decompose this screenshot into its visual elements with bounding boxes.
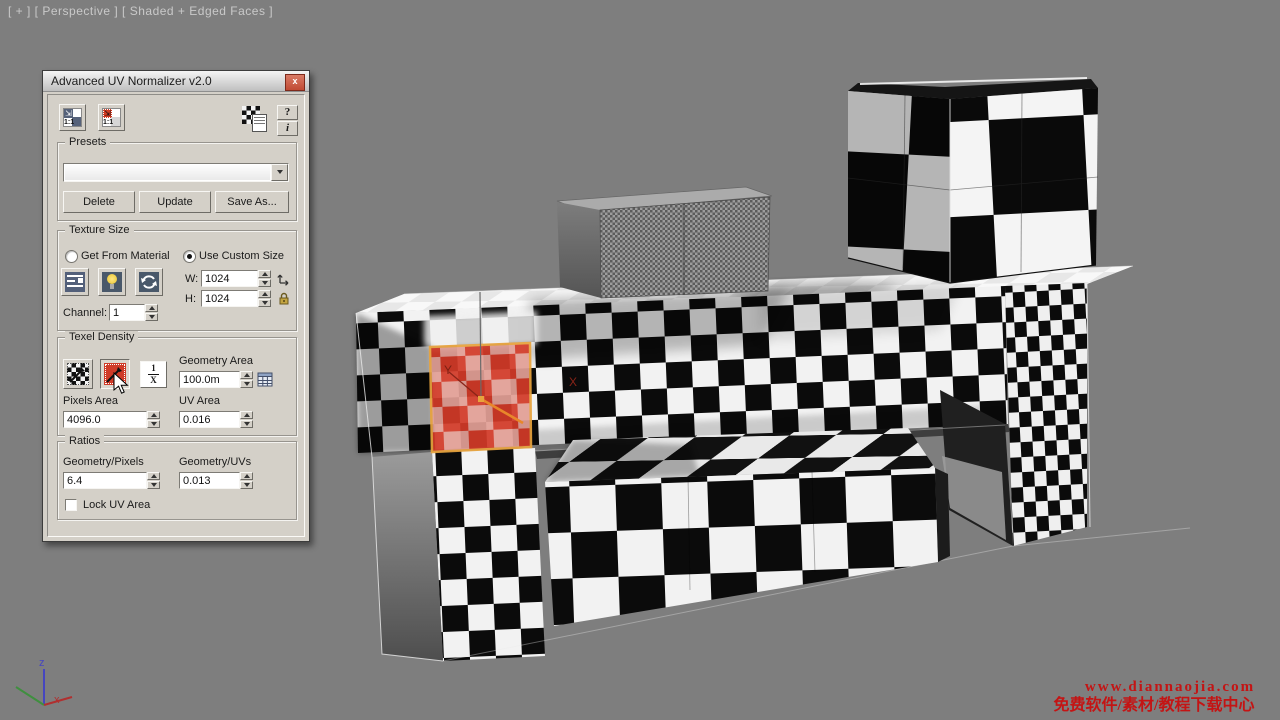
cube-mesh[interactable] xyxy=(848,78,1098,283)
h-label: H: xyxy=(185,293,196,305)
lock-uv-area-label[interactable]: Lock UV Area xyxy=(83,499,150,511)
ratio-label: 1:1 xyxy=(103,119,113,126)
aspect-axes-icon[interactable] xyxy=(276,271,291,286)
get-from-material-label[interactable]: Get From Material xyxy=(81,250,170,262)
dialog-titlebar[interactable]: Advanced UV Normalizer v2.0 x xyxy=(43,71,309,92)
normalize-all-button[interactable]: ⇲ 1:1 xyxy=(59,104,86,131)
get-from-material-radio[interactable] xyxy=(65,250,78,263)
watermark-line2: 免费软件/素材/教程下载中心 xyxy=(1054,695,1255,714)
channel-input[interactable] xyxy=(109,304,145,321)
graybox-side-face xyxy=(557,202,601,298)
use-custom-size-label[interactable]: Use Custom Size xyxy=(199,250,284,262)
lock-uv-area-checkbox[interactable] xyxy=(65,499,77,511)
w-spinner[interactable] xyxy=(258,270,271,287)
axis-tripod: z x xyxy=(16,657,72,706)
geometry-area-label: Geometry Area xyxy=(179,355,253,367)
viewport-label[interactable]: [ + ] [ Perspective ] [ Shaded + Edged F… xyxy=(8,4,273,18)
save-as-button[interactable]: Save As... xyxy=(215,191,289,213)
info-button[interactable]: i xyxy=(277,121,298,136)
checker-material-button[interactable] xyxy=(241,105,268,132)
fraction-denominator: X xyxy=(141,376,166,385)
close-button[interactable]: x xyxy=(285,74,305,91)
axis-z-label: z xyxy=(39,657,45,669)
w-input[interactable] xyxy=(201,270,258,287)
checker-sample-icon xyxy=(67,363,89,385)
lock-icon[interactable] xyxy=(277,291,291,306)
right-leg-front-face xyxy=(1005,283,1087,546)
screenshot-root: { "viewport": { "label": "[ + ] [ Perspe… xyxy=(0,0,1280,720)
document-icon xyxy=(252,114,267,132)
geometry-pixels-spinner[interactable] xyxy=(147,472,160,489)
uv-gizmo-x-label: X xyxy=(569,375,577,389)
invert-value-button[interactable]: 1 X xyxy=(140,361,167,388)
ratio-label: 1:1 xyxy=(64,119,74,126)
geometry-uvs-spinner[interactable] xyxy=(240,472,253,489)
info-icon: i xyxy=(286,122,289,134)
uv-area-input[interactable] xyxy=(179,411,240,428)
chevron-down-icon xyxy=(277,170,283,174)
cube-left-shade xyxy=(848,91,950,283)
delete-button[interactable]: Delete xyxy=(63,191,135,213)
w-label: W: xyxy=(185,273,198,285)
axis-y-line xyxy=(16,687,44,705)
texel-density-group-label: Texel Density xyxy=(65,331,138,343)
bulb-icon xyxy=(102,272,122,292)
geometry-uvs-input[interactable] xyxy=(179,472,240,489)
geometry-uvs-label: Geometry/UVs xyxy=(179,456,251,468)
uv-area-spinner[interactable] xyxy=(240,411,253,428)
presets-group-label: Presets xyxy=(65,136,110,148)
show-map-button[interactable] xyxy=(98,268,126,296)
texture-size-group-label: Texture Size xyxy=(65,224,134,236)
dialog-title: Advanced UV Normalizer v2.0 xyxy=(51,74,212,88)
presets-combo-value xyxy=(65,165,270,180)
uv-gizmo-y-label: Y xyxy=(444,363,452,377)
sample-checker-button[interactable] xyxy=(63,359,93,389)
geometry-pixels-input[interactable] xyxy=(63,472,147,489)
pixels-area-spinner[interactable] xyxy=(147,411,160,428)
presets-combobox[interactable] xyxy=(63,163,289,182)
bench-mesh[interactable] xyxy=(545,428,950,626)
sample-red-button[interactable] xyxy=(100,359,130,389)
channel-label: Channel: xyxy=(63,307,107,319)
combo-dropdown-button[interactable] xyxy=(271,164,288,181)
graybox-front-face xyxy=(600,197,770,298)
geometry-area-input[interactable] xyxy=(179,371,240,388)
calculator-icon[interactable] xyxy=(257,372,273,387)
h-input[interactable] xyxy=(201,290,258,307)
graybox-mesh[interactable] xyxy=(557,187,772,298)
normalize-selected-button[interactable]: ⇲ 1:1 xyxy=(98,104,125,131)
channel-spinner[interactable] xyxy=(145,304,158,321)
bench-front-face xyxy=(545,468,938,626)
uv-gizmo-origin xyxy=(478,396,484,402)
pixels-area-input[interactable] xyxy=(63,411,147,428)
uv-normalizer-dialog: Advanced UV Normalizer v2.0 x ⇲ 1:1 ⇲ 1:… xyxy=(42,70,310,542)
ratios-group-label: Ratios xyxy=(65,435,104,447)
cube-right-face xyxy=(950,88,1098,283)
refresh-button[interactable] xyxy=(135,268,163,296)
refresh-icon xyxy=(139,272,159,292)
h-spinner[interactable] xyxy=(258,290,271,307)
fraction-numerator: 1 xyxy=(141,364,166,373)
axis-x-label: x xyxy=(54,694,60,706)
material-settings-button[interactable] xyxy=(61,268,89,296)
pixels-area-label: Pixels Area xyxy=(63,395,118,407)
watermark-line1: www.diannaojia.com xyxy=(1085,679,1255,695)
geometry-area-spinner[interactable] xyxy=(240,371,253,388)
left-leg-front-face xyxy=(432,448,545,661)
geometry-pixels-label: Geometry/Pixels xyxy=(63,456,144,468)
help-button[interactable]: ? xyxy=(277,105,298,120)
watermark: www.diannaojia.com 免费软件/素材/教程下载中心 xyxy=(1054,679,1256,714)
red-sample-icon xyxy=(104,363,126,385)
question-icon: ? xyxy=(285,106,291,118)
use-custom-size-radio[interactable] xyxy=(183,250,196,263)
update-button[interactable]: Update xyxy=(139,191,211,213)
uv-area-label: UV Area xyxy=(179,395,220,407)
form-icon xyxy=(65,272,85,292)
left-leg-side-face xyxy=(372,452,443,661)
